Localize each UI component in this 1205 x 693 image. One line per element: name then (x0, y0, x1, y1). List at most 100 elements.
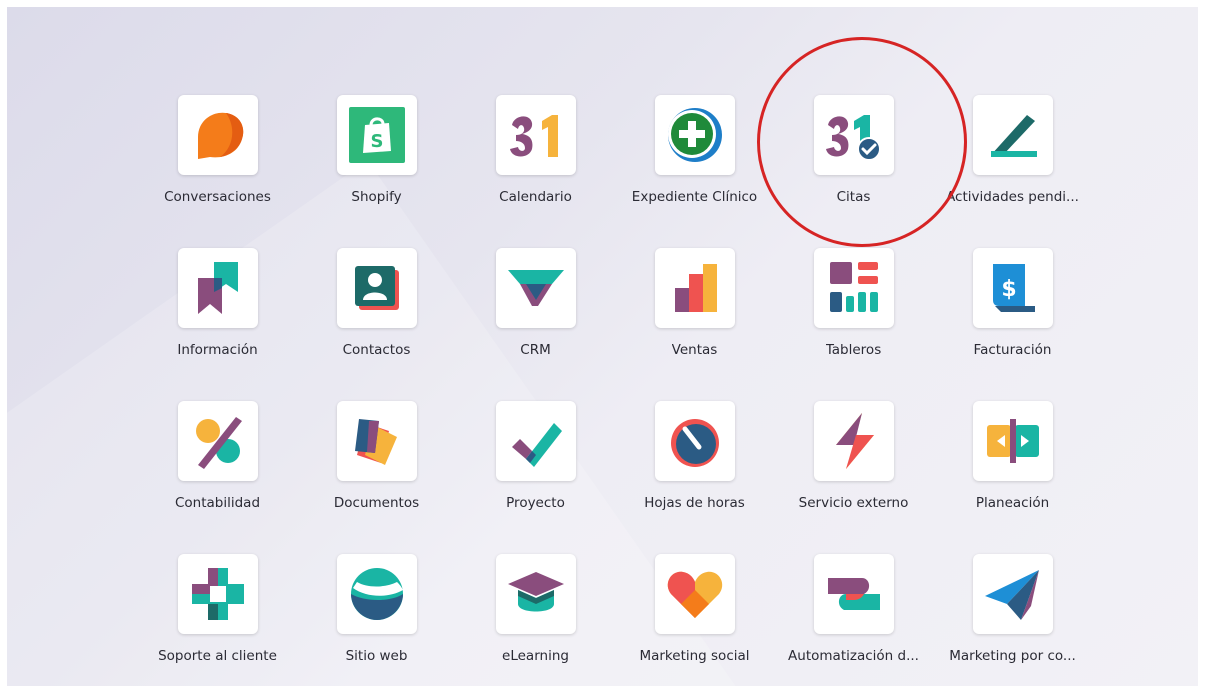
app-label: Proyecto (506, 495, 565, 511)
dashboards-icon (829, 262, 878, 312)
medical-record-icon (667, 108, 722, 162)
app-label: Citas (836, 189, 871, 205)
app-contactos[interactable]: Contactos (297, 248, 456, 401)
app-label: Servicio externo (798, 495, 909, 511)
app-calendario[interactable]: Calendario (456, 95, 615, 248)
calendar-icon (509, 115, 558, 157)
app-launcher: Conversaciones S Shopify Calendario Expe… (7, 7, 1198, 686)
app-label: Shopify (351, 189, 402, 205)
elearning-icon (507, 572, 564, 612)
documents-icon (354, 419, 397, 465)
app-tableros[interactable]: Tableros (774, 248, 933, 401)
app-tile[interactable] (654, 248, 735, 328)
app-label: Marketing por co... (949, 648, 1076, 664)
app-informacion[interactable]: Información (138, 248, 297, 401)
crm-icon (507, 270, 564, 306)
app-tile[interactable] (336, 554, 417, 634)
app-conversaciones[interactable]: Conversaciones (138, 95, 297, 248)
app-label: Automatización d... (788, 648, 919, 664)
app-tile[interactable] (177, 95, 258, 175)
shopify-icon: S (348, 107, 405, 163)
appointments-icon (825, 115, 881, 161)
knowledge-icon (197, 262, 238, 314)
app-elearning[interactable]: eLearning (456, 554, 615, 686)
app-contabilidad[interactable]: Contabilidad (138, 401, 297, 554)
app-tile[interactable]: $ (972, 248, 1053, 328)
app-tile[interactable] (495, 95, 576, 175)
app-crm[interactable]: CRM (456, 248, 615, 401)
app-grid: Conversaciones S Shopify Calendario Expe… (138, 95, 1092, 686)
app-label: Facturación (973, 342, 1052, 358)
app-actividades-pendientes[interactable]: Actividades pendi... (933, 95, 1092, 248)
app-automatizacion-de-marketing[interactable]: Automatización d... (774, 554, 933, 686)
contacts-icon (354, 266, 399, 310)
app-label: CRM (520, 342, 551, 358)
app-label: Contabilidad (174, 495, 261, 511)
app-label: Planeación (975, 495, 1050, 511)
app-tile[interactable] (495, 554, 576, 634)
planning-icon (986, 419, 1039, 463)
app-marketing-social[interactable]: Marketing social (615, 554, 774, 686)
svg-text:$: $ (1001, 277, 1016, 302)
helpdesk-icon (191, 568, 244, 620)
app-tile[interactable] (495, 401, 576, 481)
app-label: Marketing social (639, 648, 750, 664)
app-tile[interactable] (177, 554, 258, 634)
app-expediente-clinico[interactable]: Expediente Clínico (615, 95, 774, 248)
app-servicio-externo[interactable]: Servicio externo (774, 401, 933, 554)
app-tile[interactable] (177, 401, 258, 481)
app-tile[interactable] (495, 248, 576, 328)
app-tile[interactable] (813, 95, 894, 175)
app-tile[interactable] (972, 554, 1053, 634)
app-ventas[interactable]: Ventas (615, 248, 774, 401)
timesheets-icon (670, 419, 719, 467)
app-tile[interactable] (972, 95, 1053, 175)
app-planeacion[interactable]: Planeación (933, 401, 1092, 554)
email-marketing-icon (984, 570, 1039, 620)
invoicing-icon: $ (992, 264, 1035, 312)
app-label: Tableros (825, 342, 882, 358)
activities-icon (990, 115, 1037, 157)
app-tile[interactable] (813, 554, 894, 634)
app-proyecto[interactable]: Proyecto (456, 401, 615, 554)
social-marketing-icon (667, 571, 722, 618)
app-label: Contactos (342, 342, 411, 358)
svg-text:S: S (370, 131, 383, 152)
app-citas[interactable]: Citas (774, 95, 933, 248)
app-label: eLearning (502, 648, 569, 664)
discuss-icon (197, 112, 243, 159)
app-tile[interactable] (654, 95, 735, 175)
app-label: Información (177, 342, 258, 358)
app-documentos[interactable]: Documentos (297, 401, 456, 554)
app-shopify[interactable]: S Shopify (297, 95, 456, 248)
app-label: Hojas de horas (644, 495, 745, 511)
app-tile[interactable] (177, 248, 258, 328)
app-label: Expediente Clínico (631, 189, 758, 205)
app-label: Soporte al cliente (158, 648, 277, 664)
app-hojas-de-horas[interactable]: Hojas de horas (615, 401, 774, 554)
marketing-automation-icon (827, 578, 880, 610)
app-tile[interactable] (813, 401, 894, 481)
field-service-icon (835, 413, 874, 469)
app-label: Actividades pendi... (946, 189, 1079, 205)
app-soporte-al-cliente[interactable]: Soporte al cliente (138, 554, 297, 686)
app-tile[interactable] (336, 401, 417, 481)
accounting-icon (195, 417, 242, 469)
app-tile[interactable] (654, 554, 735, 634)
app-label: Documentos (333, 495, 420, 511)
app-sitio-web[interactable]: Sitio web (297, 554, 456, 686)
app-label: Sitio web (345, 648, 408, 664)
app-label: Ventas (671, 342, 718, 358)
app-tile[interactable] (813, 248, 894, 328)
app-marketing-por-correo[interactable]: Marketing por co... (933, 554, 1092, 686)
app-facturacion[interactable]: $ Facturación (933, 248, 1092, 401)
app-tile[interactable] (972, 401, 1053, 481)
app-tile[interactable] (654, 401, 735, 481)
sales-icon (674, 264, 717, 312)
app-label: Calendario (499, 189, 572, 205)
website-icon (350, 568, 403, 620)
app-tile[interactable] (336, 248, 417, 328)
app-tile[interactable]: S (336, 95, 417, 175)
app-label: Conversaciones (164, 189, 271, 205)
project-icon (511, 423, 562, 467)
